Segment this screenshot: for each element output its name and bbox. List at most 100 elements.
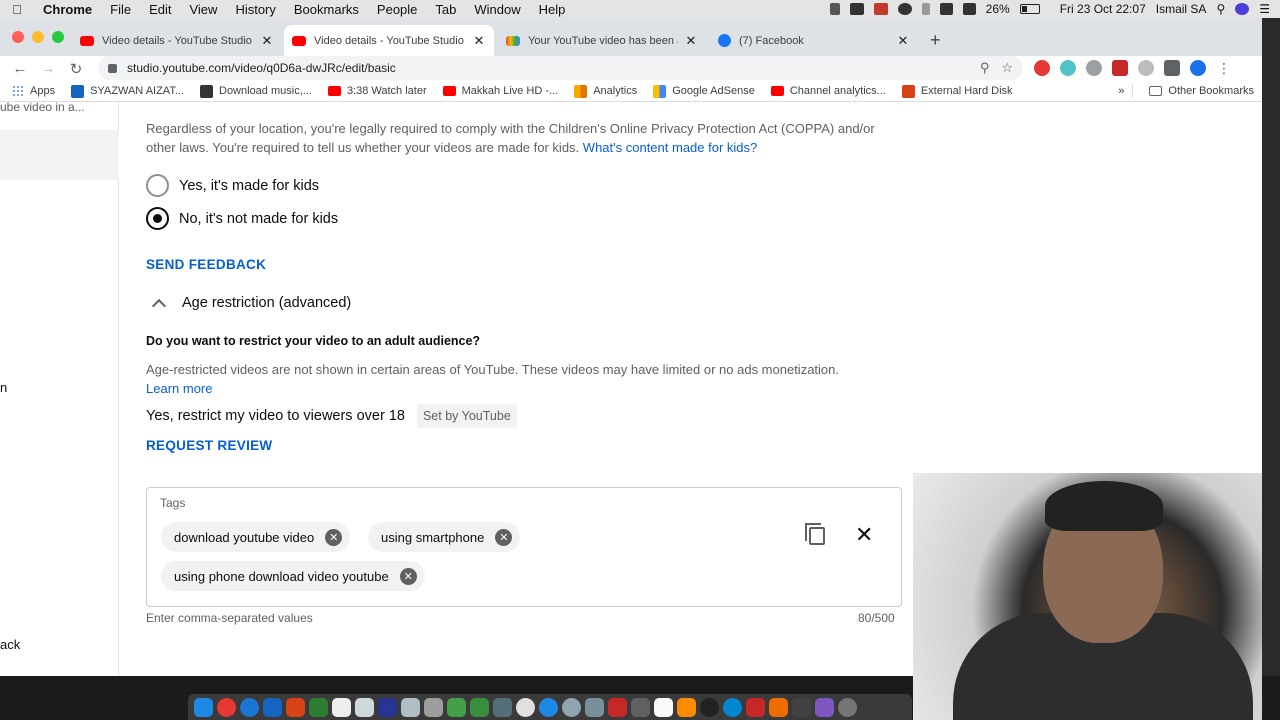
bookmark-download-music[interactable]: Download music,... bbox=[192, 84, 320, 98]
extension-grey-icon[interactable] bbox=[1086, 60, 1102, 76]
screenshot-icon[interactable] bbox=[631, 697, 650, 717]
tags-field[interactable]: Tags download youtube video ✕ using smar… bbox=[146, 487, 902, 607]
tag-chip[interactable]: download youtube video ✕ bbox=[161, 522, 351, 552]
menu-people[interactable]: People bbox=[368, 2, 426, 17]
extension-red-icon[interactable] bbox=[1034, 60, 1050, 76]
zoom-search-icon[interactable]: ⚲ bbox=[980, 60, 990, 76]
screen-record-icon[interactable] bbox=[849, 3, 864, 15]
tab-video-details-1[interactable]: Video details - YouTube Studio ✕ bbox=[72, 25, 282, 56]
wifi-icon[interactable] bbox=[939, 3, 953, 15]
app-green-icon[interactable] bbox=[470, 697, 489, 717]
powerpoint-icon[interactable] bbox=[286, 697, 305, 717]
bookmark-syazwan[interactable]: SYAZWAN AIZAT... bbox=[63, 84, 192, 98]
preview-icon[interactable] bbox=[332, 697, 351, 717]
bookmark-channel-analytics[interactable]: Channel analytics... bbox=[763, 85, 894, 97]
extension-pdf-icon[interactable] bbox=[1112, 60, 1128, 76]
user-name[interactable]: Ismail SA bbox=[1156, 2, 1207, 16]
copy-icon[interactable] bbox=[805, 523, 825, 545]
clock[interactable]: Fri 23 Oct 22:07 bbox=[1060, 2, 1146, 16]
minimize-window-button[interactable] bbox=[32, 31, 44, 43]
lock-icon[interactable] bbox=[108, 63, 117, 73]
chevron-up-icon[interactable] bbox=[151, 298, 167, 313]
app-red-icon[interactable] bbox=[746, 697, 765, 717]
vpn-icon[interactable] bbox=[378, 697, 397, 717]
menu-view[interactable]: View bbox=[180, 2, 226, 17]
antivirus-icon[interactable] bbox=[873, 3, 888, 15]
excel-icon[interactable] bbox=[309, 697, 328, 717]
forward-arrow-icon[interactable]: → bbox=[34, 60, 62, 77]
profile-avatar-icon[interactable] bbox=[1190, 60, 1206, 76]
app-dark-icon[interactable] bbox=[792, 697, 811, 717]
tab-gmail[interactable]: Your YouTube video has been a ✕ bbox=[498, 25, 706, 56]
new-tab-icon[interactable]: + bbox=[930, 30, 941, 51]
made-for-kids-link[interactable]: What's content made for kids? bbox=[583, 140, 757, 155]
address-bar[interactable]: studio.youtube.com/video/q0D6a-dwJRc/edi… bbox=[98, 56, 1023, 80]
star-app-icon[interactable] bbox=[815, 697, 834, 717]
tag-chip[interactable]: using smartphone ✕ bbox=[368, 522, 521, 552]
utility-icon[interactable] bbox=[401, 697, 420, 717]
radio-not-made-for-kids[interactable]: No, it's not made for kids bbox=[146, 207, 338, 230]
menu-help[interactable]: Help bbox=[530, 2, 575, 17]
menu-edit[interactable]: Edit bbox=[140, 2, 180, 17]
menu-app-name[interactable]: Chrome bbox=[34, 2, 101, 17]
settings-gear-icon[interactable] bbox=[838, 697, 857, 717]
bookmark-analytics[interactable]: Analytics bbox=[566, 84, 645, 98]
bluetooth-icon[interactable] bbox=[921, 3, 930, 15]
clear-tags-icon[interactable]: ✕ bbox=[855, 522, 873, 548]
menu-bookmarks[interactable]: Bookmarks bbox=[285, 2, 368, 17]
safari-icon[interactable] bbox=[240, 697, 259, 717]
close-tab-icon[interactable]: ✕ bbox=[896, 33, 910, 49]
acrobat-icon[interactable] bbox=[608, 697, 627, 717]
menu-window[interactable]: Window bbox=[465, 2, 529, 17]
leftnav-active-item[interactable] bbox=[0, 130, 119, 180]
radio-unchecked-icon[interactable] bbox=[146, 174, 169, 197]
maps-icon[interactable] bbox=[447, 697, 466, 717]
back-arrow-icon[interactable]: ← bbox=[6, 60, 34, 77]
extensions-puzzle-icon[interactable] bbox=[1164, 60, 1180, 76]
bookmark-watch-later[interactable]: 3:38 Watch later bbox=[320, 85, 435, 97]
cloud-icon[interactable] bbox=[897, 3, 912, 15]
radio-checked-icon[interactable] bbox=[146, 207, 169, 230]
reload-icon[interactable]: ↻ bbox=[62, 60, 90, 78]
finder-icon[interactable] bbox=[194, 697, 213, 717]
battery-icon[interactable] bbox=[1019, 4, 1040, 14]
app-circle-icon[interactable] bbox=[516, 697, 535, 717]
leftnav-feedback-fragment[interactable]: ack bbox=[0, 637, 20, 652]
tag-chip[interactable]: using phone download video youtube ✕ bbox=[161, 561, 425, 591]
bookmark-star-icon[interactable]: ☆ bbox=[1001, 60, 1013, 76]
close-tab-icon[interactable]: ✕ bbox=[684, 33, 698, 49]
obs-icon[interactable] bbox=[700, 697, 719, 717]
leftnav-fragment[interactable]: n bbox=[0, 380, 7, 395]
menu-tab[interactable]: Tab bbox=[426, 2, 465, 17]
bookmarks-overflow-chevron-icon[interactable]: » bbox=[1110, 85, 1132, 97]
extension-k-icon[interactable] bbox=[1138, 60, 1154, 76]
radio-made-for-kids[interactable]: Yes, it's made for kids bbox=[146, 174, 319, 197]
notes-icon[interactable] bbox=[424, 697, 443, 717]
more-menu-icon[interactable]: ⋮ bbox=[1216, 60, 1232, 76]
close-tab-icon[interactable]: ✕ bbox=[472, 33, 486, 49]
menu-history[interactable]: History bbox=[226, 2, 284, 17]
remove-tag-icon[interactable]: ✕ bbox=[325, 528, 343, 546]
other-bookmarks[interactable]: Other Bookmarks bbox=[1141, 85, 1262, 97]
bookmark-external-hdd[interactable]: External Hard Disk bbox=[894, 84, 1021, 98]
send-feedback-button[interactable]: SEND FEEDBACK bbox=[146, 257, 266, 272]
maximize-window-button[interactable] bbox=[52, 31, 64, 43]
close-window-button[interactable] bbox=[12, 31, 24, 43]
learn-more-link[interactable]: Learn more bbox=[146, 381, 212, 396]
apple-menu-icon[interactable]:  bbox=[0, 2, 34, 17]
bookmark-apps[interactable]: Apps bbox=[0, 85, 63, 97]
app-blue-icon[interactable] bbox=[539, 697, 558, 717]
bookmark-makkah-live[interactable]: Makkah Live HD -... bbox=[435, 85, 567, 97]
word-icon[interactable] bbox=[263, 697, 282, 717]
spotlight-icon[interactable]: ⚲ bbox=[1216, 2, 1225, 16]
app-tile-icon[interactable] bbox=[585, 697, 604, 717]
bookmark-adsense[interactable]: Google AdSense bbox=[645, 84, 763, 98]
app-globe-icon[interactable] bbox=[723, 697, 742, 717]
vlc-icon[interactable] bbox=[677, 697, 696, 717]
close-tab-icon[interactable]: ✕ bbox=[260, 33, 274, 49]
tab-facebook[interactable]: (7) Facebook ✕ bbox=[710, 25, 918, 56]
age-restriction-header[interactable]: Age restriction (advanced) bbox=[151, 295, 351, 313]
extension-teal-icon[interactable] bbox=[1060, 60, 1076, 76]
notification-center-icon[interactable]: ☰ bbox=[1259, 2, 1270, 16]
tab-video-details-2[interactable]: Video details - YouTube Studio ✕ bbox=[284, 25, 494, 56]
